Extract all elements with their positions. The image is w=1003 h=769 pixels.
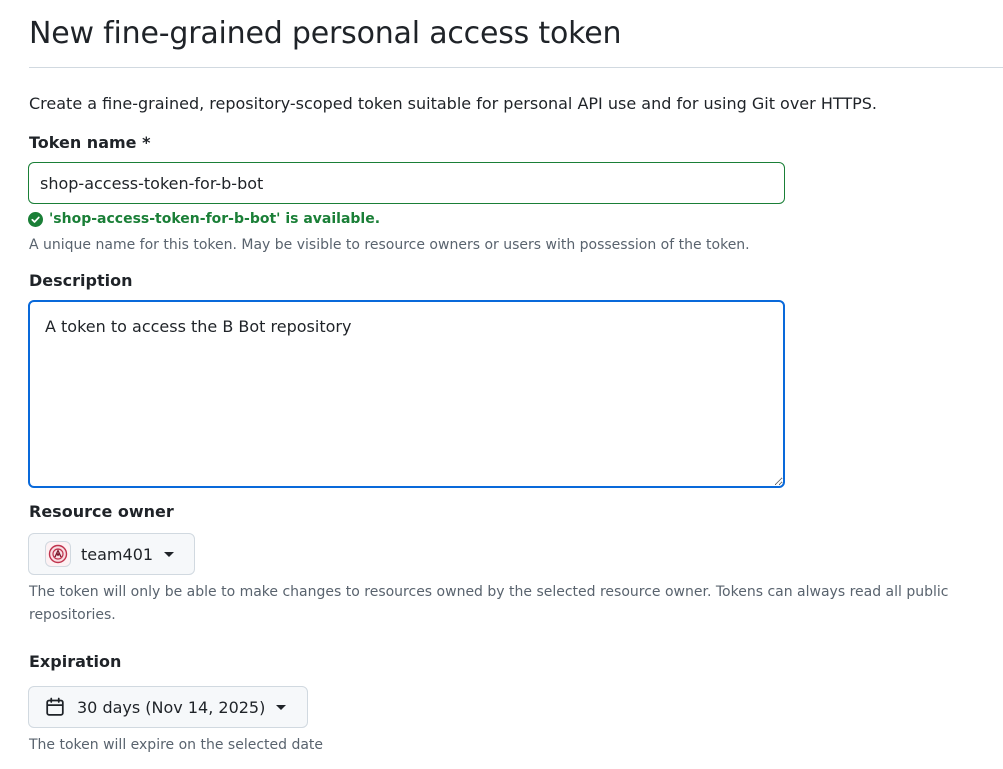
title-divider (29, 67, 1003, 68)
token-name-label: Token name * (29, 133, 151, 152)
resource-owner-label: Resource owner (29, 502, 174, 521)
description-label: Description (29, 271, 133, 290)
triangle-down-icon (276, 704, 287, 710)
page-title: New fine-grained personal access token (29, 16, 622, 51)
calendar-icon (46, 697, 64, 716)
page-intro: Create a fine-grained, repository-scoped… (29, 94, 877, 113)
token-name-help: A unique name for this token. May be vis… (29, 237, 750, 253)
resource-owner-dropdown[interactable]: team401 (28, 533, 195, 575)
expiration-selected: 30 days (Nov 14, 2025) (77, 697, 266, 717)
team-avatar-image (48, 544, 68, 564)
expiration-label: Expiration (29, 652, 122, 671)
resource-owner-help: The token will only be able to make chan… (29, 584, 949, 623)
triangle-down-icon (164, 551, 175, 557)
expiration-help: The token will expire on the selected da… (29, 737, 324, 753)
token-name-validation: 'shop-access-token-for-b-bot' is availab… (28, 210, 380, 228)
resource-owner-selected: team401 (81, 544, 154, 564)
check-circle-fill-icon (28, 211, 43, 227)
expiration-dropdown[interactable]: 30 days (Nov 14, 2025) (28, 686, 308, 728)
team-avatar (45, 541, 71, 567)
description-textarea[interactable]: A token to access the B Bot repository (28, 300, 785, 488)
token-name-input[interactable] (28, 162, 785, 204)
validation-message: 'shop-access-token-for-b-bot' is availab… (49, 211, 381, 227)
